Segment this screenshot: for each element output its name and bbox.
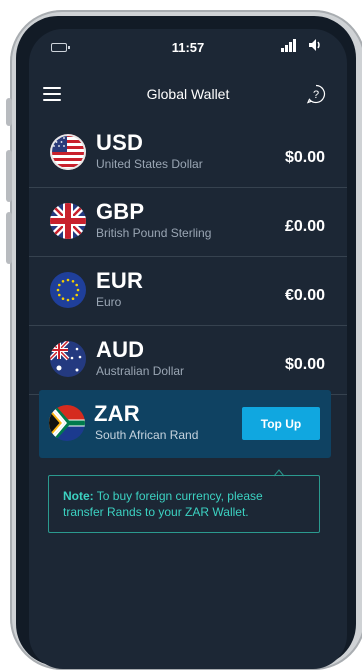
wallet-row-gbp[interactable]: GBP British Pound Sterling £0.00 — [29, 188, 347, 257]
phone-volume-up — [6, 150, 12, 202]
wallet-list: USD United States Dollar $0.00 GBP Briti… — [29, 119, 347, 395]
wallet-row-eur[interactable]: EUR Euro €0.00 — [29, 257, 347, 326]
au-flag-icon — [50, 341, 86, 377]
help-question-icon[interactable]: ? — [306, 84, 326, 104]
wallet-balance: £0.00 — [284, 218, 325, 235]
currency-name: Australian Dollar — [96, 364, 185, 378]
currency-name: Euro — [96, 295, 122, 309]
currency-code: AUD — [96, 337, 145, 362]
currency-name: South African Rand — [95, 428, 199, 442]
top-up-button[interactable]: Top Up — [242, 407, 320, 440]
note-label: Note: — [63, 489, 94, 503]
currency-code: EUR — [96, 268, 144, 293]
app-header: Global Wallet ? — [29, 77, 347, 117]
wallet-row-aud[interactable]: AUD Australian Dollar $0.00 — [29, 326, 347, 395]
status-time: 11:57 — [171, 40, 205, 55]
wallet-row-usd[interactable]: USD United States Dollar $0.00 — [29, 119, 347, 188]
currency-code: USD — [96, 130, 144, 155]
info-note: Note: To buy foreign currency, please tr… — [48, 475, 320, 533]
svg-text:?: ? — [313, 89, 319, 101]
currency-code: GBP — [96, 199, 145, 224]
wallet-balance: $0.00 — [284, 149, 325, 166]
signal-icon — [281, 39, 297, 52]
wallet-row-zar[interactable]: ZAR South African Rand Top Up — [39, 390, 331, 458]
phone-volume-down — [6, 212, 12, 264]
volume-icon — [309, 39, 320, 51]
za-flag-icon — [49, 405, 85, 441]
currency-code: ZAR — [94, 401, 140, 426]
page-title: Global Wallet — [146, 86, 230, 102]
app-screen: 11:57 Global Wallet ? USD United States … — [29, 29, 347, 669]
wallet-balance: $0.00 — [284, 356, 325, 373]
uk-flag-icon — [50, 203, 86, 239]
wallet-balance: €0.00 — [284, 287, 325, 304]
currency-name: United States Dollar — [96, 157, 203, 171]
eu-flag-icon — [50, 272, 86, 308]
status-bar: 11:57 — [29, 29, 347, 69]
phone-mute-switch — [6, 98, 12, 126]
currency-name: British Pound Sterling — [96, 226, 212, 240]
us-flag-icon — [50, 134, 86, 170]
